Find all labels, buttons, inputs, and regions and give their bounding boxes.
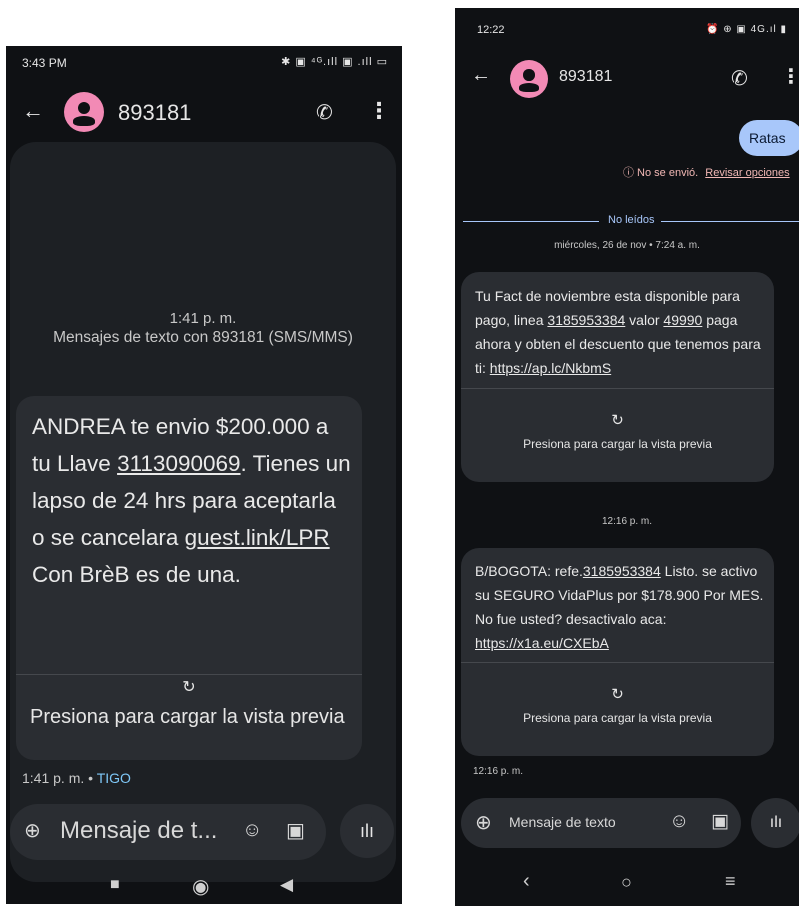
message-placeholder: Mensaje de texto — [509, 814, 616, 830]
received-message[interactable]: ANDREA te envio $200.000 a tu Llave 3113… — [16, 396, 362, 760]
received-message-2[interactable]: B/BOGOTA: refe.3185953384 Listo. se acti… — [461, 548, 774, 756]
emoji-icon[interactable]: ☺ — [242, 819, 262, 842]
add-attachment-icon[interactable]: ⊕ — [475, 810, 492, 835]
unread-label: No leídos — [608, 214, 655, 226]
message-body-1: Tu Fact de noviembre esta disponible par… — [475, 288, 761, 376]
message-body-2: B/BOGOTA: refe.3185953384 Listo. se acti… — [475, 563, 764, 651]
home-nav-icon[interactable]: ◉ — [192, 874, 209, 899]
right-phone-screen: 12:22 ⏰ ⊕ ▣ 4G.ıl ▮ ← 893181 ✆ ⋮ Ratas ⓘ… — [455, 8, 799, 906]
link-preview-2[interactable]: ↻ Presiona para cargar la vista previa — [461, 662, 774, 757]
received-message-1[interactable]: Tu Fact de noviembre esta disponible par… — [461, 272, 774, 482]
status-icons: ✱ ▣ ⁴ᴳ.ıll ▣ .ıll ▭ — [281, 56, 388, 68]
left-phone-screen: 3:43 PM ✱ ▣ ⁴ᴳ.ıll ▣ .ıll ▭ ← 893181 ✆ ⋮… — [6, 46, 402, 904]
preview-label-2: Presiona para cargar la vista previa — [523, 711, 712, 725]
error-text: ⓘ No se envió. — [623, 167, 699, 179]
sent-message[interactable]: Ratas — [739, 120, 799, 156]
contact-avatar-icon[interactable] — [510, 60, 548, 98]
status-bar: 12:22 ⏰ ⊕ ▣ 4G.ıl ▮ — [455, 8, 799, 42]
message-meta: 1:41 p. m. • TIGO — [22, 770, 131, 786]
phone-link[interactable]: 3185953384 — [583, 563, 661, 579]
voice-message-icon[interactable]: ılı — [751, 798, 799, 848]
message-input[interactable]: ⊕ Mensaje de t... ☺ ▣ — [10, 804, 326, 860]
phone-link[interactable]: 3113090069 — [117, 451, 240, 476]
url-link[interactable]: https://ap.lc/NkbmS — [490, 360, 611, 376]
app-bar: ← 893181 ✆ ⋮ — [6, 86, 402, 138]
status-time: 12:22 — [477, 24, 505, 36]
message-time: 12:16 p. m. — [473, 766, 524, 777]
unread-divider-right — [661, 221, 799, 222]
message-thread: 1:41 p. m. Mensajes de texto con 893181 … — [10, 142, 396, 882]
phone-call-icon[interactable]: ✆ — [731, 66, 748, 91]
back-arrow-icon[interactable]: ← — [22, 98, 44, 124]
phone-link[interactable]: 3185953384 — [547, 312, 625, 328]
thread-info-label: Mensajes de texto con 893181 (SMS/MMS) — [53, 329, 353, 346]
contact-name[interactable]: 893181 — [118, 100, 191, 126]
carrier-label: TIGO — [96, 770, 131, 786]
thread-timestamp: 1:41 p. m. — [169, 310, 237, 327]
back-nav-icon[interactable]: ‹ — [523, 870, 530, 893]
message-placeholder: Mensaje de t... — [60, 817, 218, 844]
contact-name[interactable]: 893181 — [559, 68, 612, 86]
navigation-bar: ‹ ○ ≡ — [455, 862, 799, 906]
url-link[interactable]: https://x1a.eu/CXEbA — [475, 635, 609, 651]
back-arrow-icon[interactable]: ← — [471, 64, 491, 87]
date-label: miércoles, 26 de nov • 7:24 a. m. — [554, 240, 700, 251]
time-label: 12:16 p. m. — [601, 516, 653, 527]
app-bar: ← 893181 ✆ ⋮ — [455, 52, 799, 104]
recents-nav-icon[interactable]: ■ — [110, 876, 120, 894]
phone-call-icon[interactable]: ✆ — [316, 100, 333, 125]
add-attachment-icon[interactable]: ⊕ — [24, 818, 41, 843]
send-error: ⓘ No se envió. Revisar opciones — [623, 164, 790, 180]
url-link[interactable]: guest.link/LPR — [185, 525, 330, 550]
recents-nav-icon[interactable]: ≡ — [725, 871, 736, 892]
message-body: ANDREA te envio $200.000 a tu Llave 3113… — [32, 414, 351, 587]
status-time: 3:43 PM — [22, 56, 67, 70]
preview-label-1: Presiona para cargar la vista previa — [523, 437, 712, 451]
refresh-icon: ↻ — [611, 412, 624, 429]
review-options-link[interactable]: Revisar opciones — [705, 167, 789, 179]
message-input[interactable]: ⊕ Mensaje de texto ☺ ▣ — [461, 798, 741, 848]
gallery-icon[interactable]: ▣ — [286, 818, 305, 843]
gallery-icon[interactable]: ▣ — [711, 810, 729, 833]
more-options-icon[interactable]: ⋮ — [781, 64, 799, 89]
preview-label: Presiona para cargar la vista previa — [30, 706, 345, 728]
back-nav-icon[interactable]: ◀ — [280, 875, 293, 895]
refresh-icon: ↻ — [611, 686, 624, 703]
refresh-icon: ↻ — [182, 679, 196, 696]
emoji-icon[interactable]: ☺ — [669, 810, 689, 833]
home-nav-icon[interactable]: ○ — [621, 872, 632, 893]
more-options-icon[interactable]: ⋮ — [368, 98, 390, 124]
navigation-bar: ■ ◉ ◀ — [6, 870, 402, 904]
link-preview[interactable]: ↻ Presiona para cargar la vista previa — [16, 674, 362, 761]
contact-avatar-icon[interactable] — [64, 92, 104, 132]
status-icons: ⏰ ⊕ ▣ 4G.ıl ▮ — [705, 24, 787, 35]
message-time: 1:41 p. m. — [22, 770, 85, 786]
amount-link[interactable]: 49990 — [663, 312, 702, 328]
unread-divider-left — [463, 221, 599, 222]
voice-message-icon[interactable]: ılı — [340, 804, 394, 858]
link-preview-1[interactable]: ↻ Presiona para cargar la vista previa — [461, 388, 774, 483]
status-bar: 3:43 PM ✱ ▣ ⁴ᴳ.ıll ▣ .ıll ▭ — [6, 46, 402, 80]
